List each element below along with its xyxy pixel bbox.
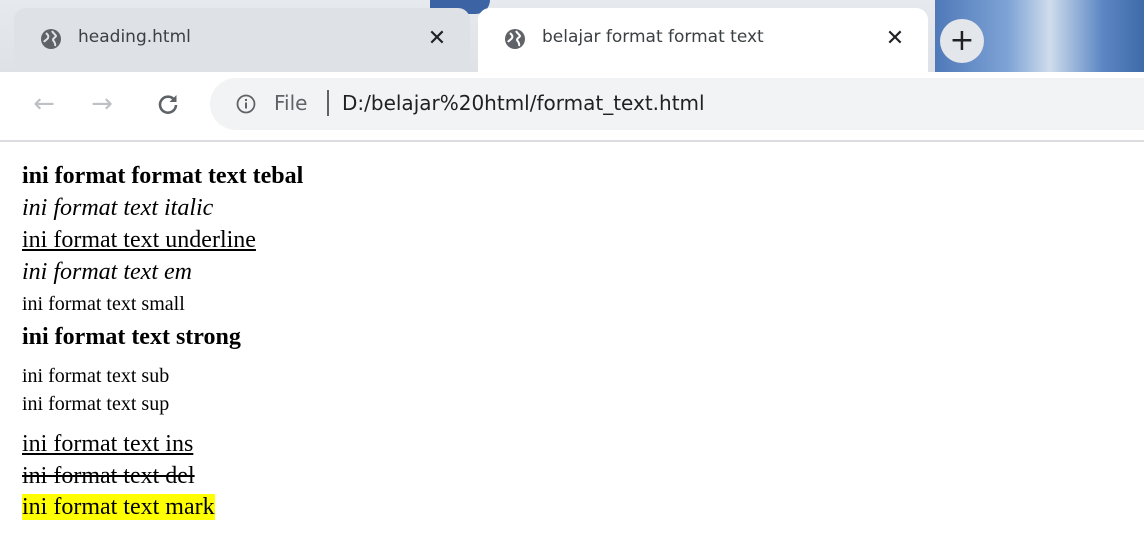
mark-line: ini format text mark: [22, 492, 303, 522]
em-text: ini format text em: [22, 259, 192, 285]
omnibox-divider: [327, 90, 329, 116]
globe-icon: [41, 29, 61, 49]
reload-icon: [158, 95, 178, 114]
close-tab-icon[interactable]: ✕: [882, 25, 908, 51]
mark-text: ini format text mark: [22, 494, 215, 520]
italic-text: ini format text italic: [22, 195, 214, 221]
globe-icon: [505, 29, 525, 49]
new-tab-button[interactable]: +: [940, 19, 984, 63]
page-content: ini format format text tebal ini format …: [22, 160, 303, 522]
sub-text: ini format text sub: [22, 365, 170, 387]
tab-format-text[interactable]: belajar format format text ✕: [478, 8, 928, 72]
back-button[interactable]: ←: [26, 86, 62, 122]
reload-button[interactable]: [150, 86, 186, 122]
scheme-label: File: [274, 91, 308, 115]
tab-strip: heading.html ✕ belajar format format tex…: [0, 0, 1144, 72]
url-text[interactable]: D:/belajar%20html/format_text.html: [342, 91, 705, 115]
del-text: ini format text del: [22, 463, 195, 489]
tab-heading[interactable]: heading.html ✕: [14, 8, 470, 72]
underline-text: ini format text underline: [22, 227, 256, 253]
tab-title: belajar format format text: [542, 27, 764, 47]
close-tab-icon[interactable]: ✕: [424, 25, 450, 51]
info-icon[interactable]: [236, 94, 256, 114]
bold-text: ini format format text tebal: [22, 163, 304, 189]
sup-text: ini format text sup: [22, 393, 170, 415]
tab-title: heading.html: [78, 27, 191, 47]
browser-toolbar: ← → File D:/belajar%20html/format_text.h…: [0, 72, 1144, 142]
forward-button[interactable]: →: [84, 86, 120, 122]
address-bar[interactable]: File D:/belajar%20html/format_text.html: [210, 78, 1144, 130]
ins-text: ini format text ins: [22, 431, 194, 457]
strong-text: ini format text strong: [22, 324, 241, 350]
small-text: ini format text small: [22, 293, 185, 315]
